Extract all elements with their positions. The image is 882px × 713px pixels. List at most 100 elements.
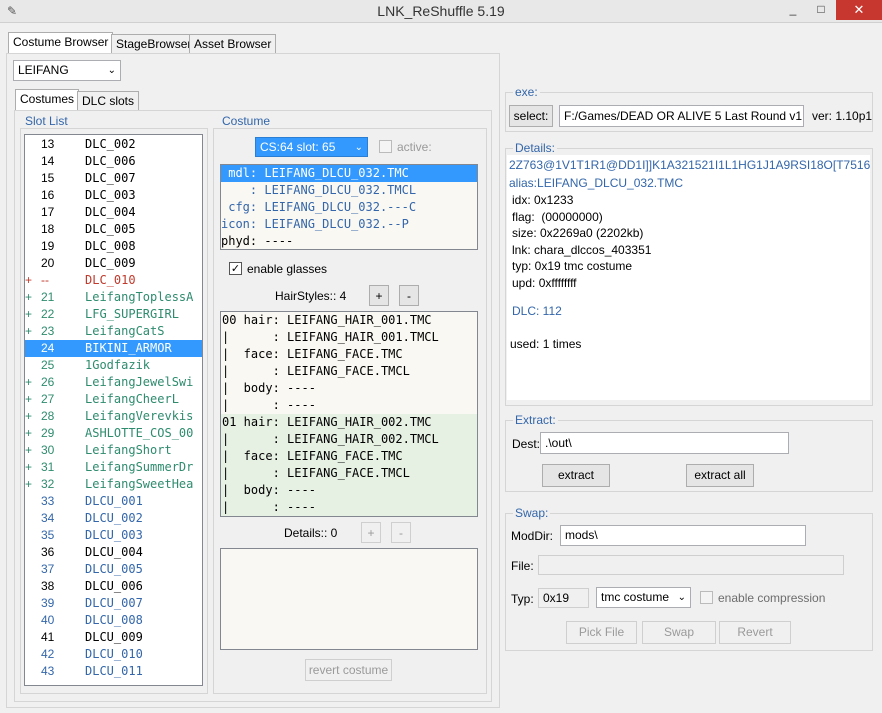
exe-path-field[interactable]: F:/Games/DEAD OR ALIVE 5 Last Round v1.1… xyxy=(559,105,804,127)
hairstyle-row[interactable]: | face: LEIFANG_FACE.TMC xyxy=(221,346,477,363)
tab-dlc-slots[interactable]: DLC slots xyxy=(77,91,140,111)
slot-name: DLC_008 xyxy=(85,239,136,253)
close-button[interactable]: ✕ xyxy=(836,0,882,20)
slot-name: LFG_SUPERGIRL xyxy=(85,307,179,321)
moddir-field[interactable]: mods\ xyxy=(560,525,806,546)
character-select[interactable]: LEIFANG ⌄ xyxy=(13,60,121,81)
slot-name: DLCU_003 xyxy=(85,528,143,542)
dest-field[interactable]: .\out\ xyxy=(540,432,789,454)
costume-file-row[interactable]: phyd: ---- xyxy=(221,233,477,249)
slot-name: DLC_004 xyxy=(85,205,136,219)
maximize-button[interactable]: □ xyxy=(808,0,834,20)
select-exe-button[interactable]: select: xyxy=(509,105,553,127)
slot-name: DLCU_007 xyxy=(85,596,143,610)
hairstyle-row[interactable]: | : LEIFANG_HAIR_002.TMCL xyxy=(221,431,477,448)
slot-list-row[interactable]: 34 DLCU_002 xyxy=(25,510,202,527)
slot-list-row[interactable]: 20 DLC_009 xyxy=(25,255,202,272)
slot-list-row[interactable]: +30 LeifangShort xyxy=(25,442,202,459)
slot-name: DLCU_009 xyxy=(85,630,143,644)
slot-list[interactable]: 13 DLC_002 14 DLC_006 15 DLC_007 16 DLC_003 17 DL… xyxy=(24,134,203,686)
details-add-button[interactable]: + xyxy=(361,522,381,543)
slot-list-row[interactable]: +28 LeifangVerevkis xyxy=(25,408,202,425)
slot-list-row[interactable]: 39 DLCU_007 xyxy=(25,595,202,612)
slot-list-row[interactable]: 40 DLCU_008 xyxy=(25,612,202,629)
slot-list-row[interactable]: 38 DLCU_006 xyxy=(25,578,202,595)
slot-name: DLC_003 xyxy=(85,188,136,202)
slot-number: 35 xyxy=(41,528,55,542)
typ-select[interactable]: tmc costume ⌄ xyxy=(596,587,691,608)
slot-list-row[interactable]: 36 DLCU_004 xyxy=(25,544,202,561)
slot-list-row[interactable]: +29 ASHLOTTE_COS_00 xyxy=(25,425,202,442)
slot-list-row[interactable]: 33 DLCU_001 xyxy=(25,493,202,510)
details-list[interactable] xyxy=(220,548,478,650)
hairstyle-remove-button[interactable]: - xyxy=(399,285,419,306)
slot-list-row[interactable]: 37 DLCU_005 xyxy=(25,561,202,578)
slot-list-row[interactable]: 25 1Godfazik xyxy=(25,357,202,374)
tab-costume-browser[interactable]: Costume Browser xyxy=(8,32,114,54)
costume-file-row[interactable]: cfg: LEIFANG_DLCU_032.---C xyxy=(221,199,477,216)
hairstyle-row[interactable]: | body: ---- xyxy=(221,380,477,397)
slot-list-row[interactable]: 42 DLCU_010 xyxy=(25,646,202,663)
hairstyle-row[interactable]: | : LEIFANG_HAIR_001.TMCL xyxy=(221,329,477,346)
typ-field[interactable]: 0x19 xyxy=(538,588,589,608)
slot-number: 20 xyxy=(41,256,55,270)
slot-number: 33 xyxy=(41,494,55,508)
hairstyle-row[interactable]: | body: ---- xyxy=(221,482,477,499)
details-info: idx: 0x1233 flag: (00000000) size: 0x2269a… xyxy=(512,193,651,292)
compression-checkbox[interactable] xyxy=(700,591,713,604)
tab-stage-browser[interactable]: StageBrowser xyxy=(111,34,197,54)
extract-button[interactable]: extract xyxy=(542,464,610,487)
slot-mark: + xyxy=(25,273,33,287)
tab-costumes[interactable]: Costumes xyxy=(15,89,80,111)
slot-number: 28 xyxy=(41,409,55,423)
slot-list-row[interactable]: 17 DLC_004 xyxy=(25,204,202,221)
slot-list-row[interactable]: +26 LeifangJewelSwi xyxy=(25,374,202,391)
slot-list-row[interactable]: 43 DLCU_011 xyxy=(25,663,202,680)
enable-glasses-checkbox[interactable]: ✓ xyxy=(229,262,242,275)
slot-list-row[interactable]: +32 LeifangSweetHea xyxy=(25,476,202,493)
slot-list-row[interactable]: 13 DLC_002 xyxy=(25,136,202,153)
hairstyle-row[interactable]: | : ---- xyxy=(221,499,477,516)
costume-slot-select[interactable]: CS:64 slot: 65 ⌄ xyxy=(255,137,368,157)
hairstyle-row[interactable]: | : LEIFANG_FACE.TMCL xyxy=(221,465,477,482)
active-checkbox[interactable] xyxy=(379,140,392,153)
character-select-value: LEIFANG xyxy=(18,63,69,77)
costume-file-row[interactable]: : LEIFANG_DLCU_032.TMCL xyxy=(221,182,477,199)
slot-list-row[interactable]: 16 DLC_003 xyxy=(25,187,202,204)
costume-file-list[interactable]: mdl: LEIFANG_DLCU_032.TMC : LEIFANG_DLCU… xyxy=(220,164,478,250)
revert-button[interactable]: Revert xyxy=(719,621,791,644)
slot-list-row[interactable]: 14 DLC_006 xyxy=(25,153,202,170)
hairstyle-row[interactable]: | : LEIFANG_FACE.TMCL xyxy=(221,363,477,380)
hairstyle-row[interactable]: | : ---- xyxy=(221,397,477,414)
slot-list-row[interactable]: +23 LeifangCatS xyxy=(25,323,202,340)
slot-list-row[interactable]: 15 DLC_007 xyxy=(25,170,202,187)
details-remove-button[interactable]: - xyxy=(391,522,411,543)
slot-number: 43 xyxy=(41,664,55,678)
hairstyle-row[interactable]: 01 hair: LEIFANG_HAIR_002.TMC xyxy=(221,414,477,431)
tab-asset-browser[interactable]: Asset Browser xyxy=(189,34,277,54)
costume-file-row[interactable]: mdl: LEIFANG_DLCU_032.TMC xyxy=(221,165,477,182)
hairstyle-row[interactable]: | face: LEIFANG_FACE.TMC xyxy=(221,448,477,465)
hairstyle-add-button[interactable]: + xyxy=(369,285,389,306)
hairstyle-row[interactable]: 00 hair: LEIFANG_HAIR_001.TMC xyxy=(221,312,477,329)
file-field[interactable] xyxy=(538,555,844,575)
minimize-button[interactable]: _ xyxy=(780,0,806,20)
slot-list-row[interactable]: +31 LeifangSummerDr xyxy=(25,459,202,476)
slot-list-row[interactable]: 24 BIKINI_ARMOR xyxy=(25,340,202,357)
costume-file-row[interactable]: icon: LEIFANG_DLCU_032.--P xyxy=(221,216,477,233)
extract-all-button[interactable]: extract all xyxy=(686,464,754,487)
revert-costume-button[interactable]: revert costume xyxy=(305,659,392,681)
slot-list-row[interactable]: 41 DLCU_009 xyxy=(25,629,202,646)
slot-list-row[interactable]: 35 DLCU_003 xyxy=(25,527,202,544)
slot-list-row[interactable]: + -- DLC_010 xyxy=(25,272,202,289)
pick-file-button[interactable]: Pick File xyxy=(566,621,637,644)
costume-slot-select-value: CS:64 slot: 65 xyxy=(260,140,336,154)
slot-list-row[interactable]: +27 LeifangCheerL xyxy=(25,391,202,408)
hairstyle-list[interactable]: 00 hair: LEIFANG_HAIR_001.TMC | : LEIFANG… xyxy=(220,311,478,517)
slot-list-row[interactable]: 19 DLC_008 xyxy=(25,238,202,255)
costume-title: Costume xyxy=(222,114,271,128)
slot-list-row[interactable]: +21 LeifangToplessA xyxy=(25,289,202,306)
slot-list-row[interactable]: +22 LFG_SUPERGIRL xyxy=(25,306,202,323)
swap-button[interactable]: Swap xyxy=(642,621,716,644)
slot-list-row[interactable]: 18 DLC_005 xyxy=(25,221,202,238)
